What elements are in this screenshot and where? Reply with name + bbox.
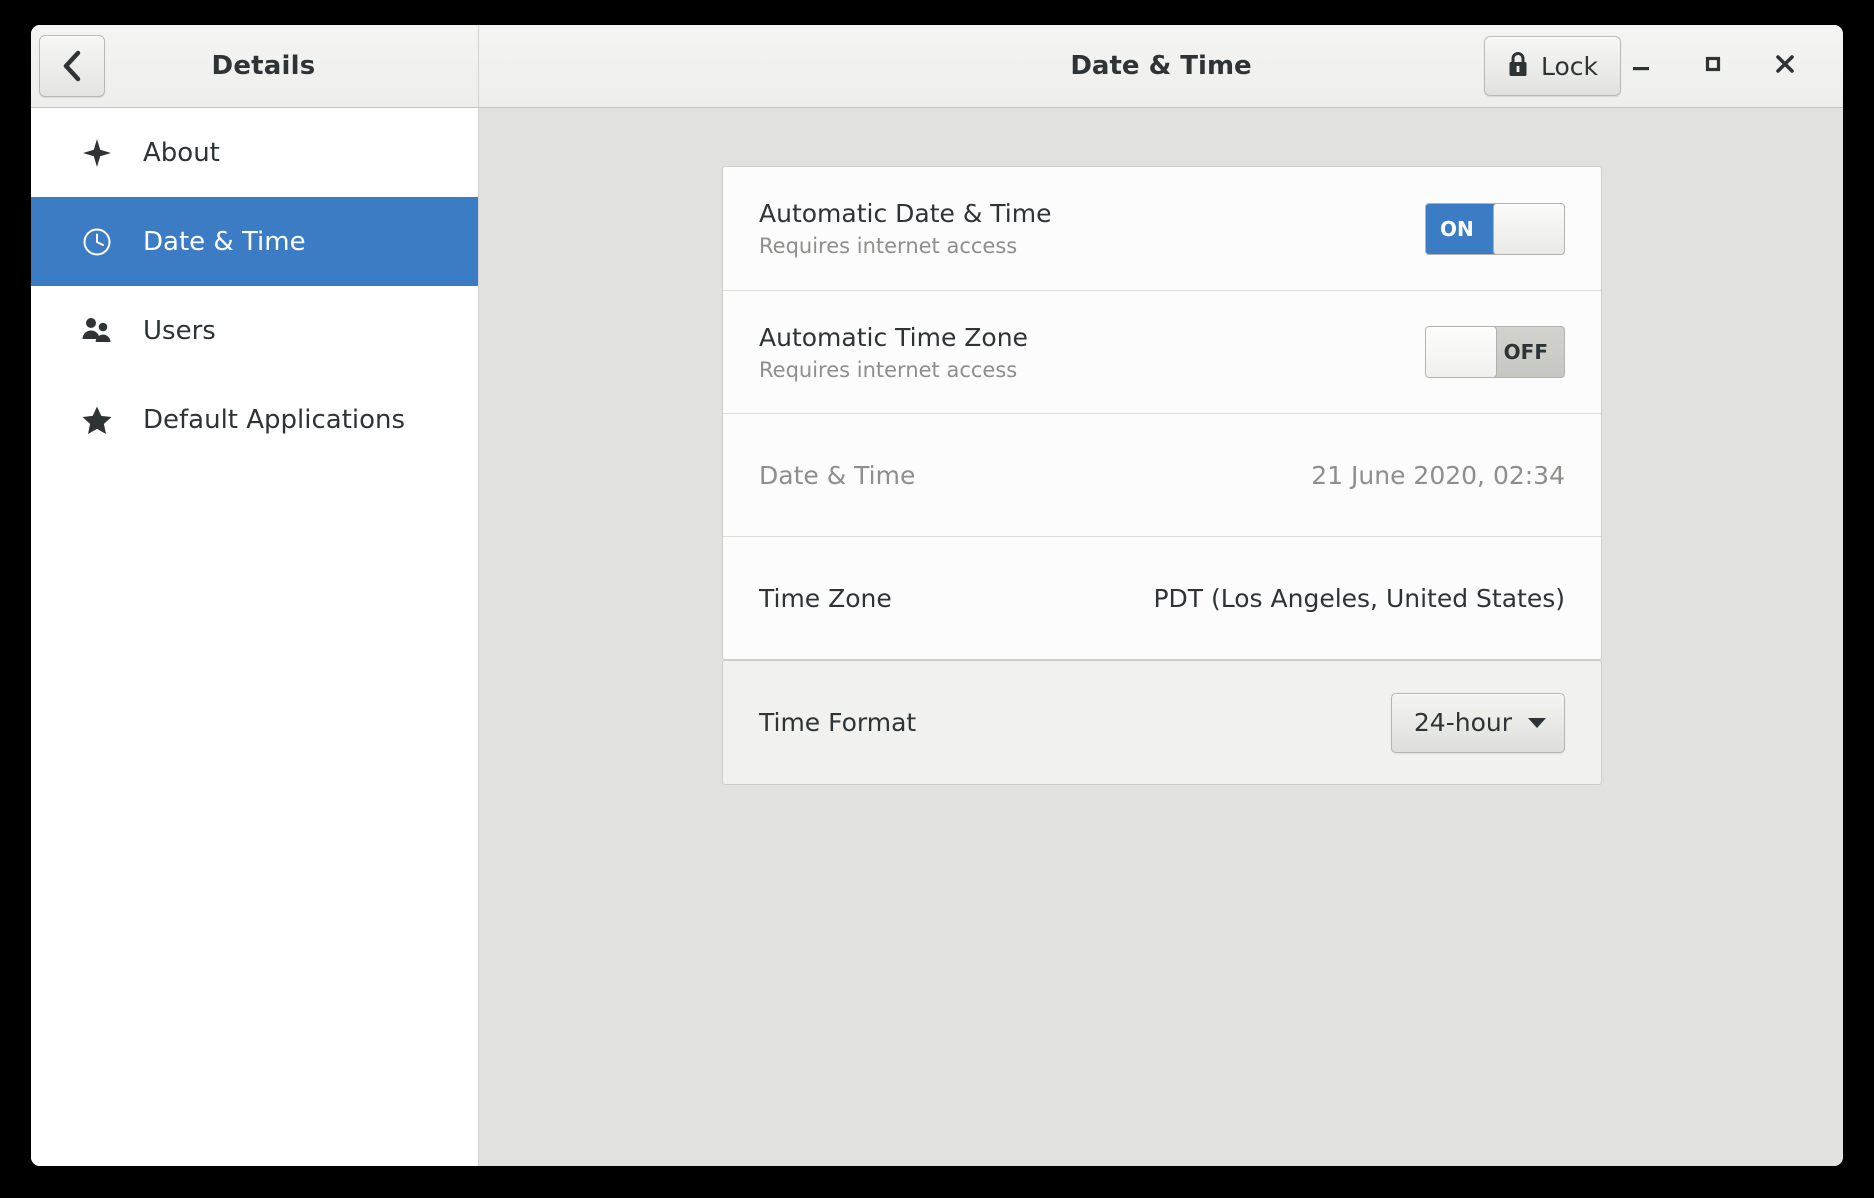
sidebar: About Date & Time Users Default Applicat… xyxy=(31,108,479,1166)
row-time-format: Time Format 24-hour xyxy=(723,661,1601,784)
chevron-left-icon xyxy=(60,49,84,83)
sidebar-item-default-applications[interactable]: Default Applications xyxy=(31,375,478,464)
maximize-icon xyxy=(1702,53,1724,79)
row-text-block: Time Zone xyxy=(759,584,1153,613)
users-icon xyxy=(81,315,113,347)
sidebar-item-about[interactable]: About xyxy=(31,108,478,197)
header-right-pane: Date & Time Lock xyxy=(479,25,1843,107)
minimize-icon xyxy=(1630,53,1652,79)
sidebar-item-date-time[interactable]: Date & Time xyxy=(31,197,478,286)
time-format-value: 24-hour xyxy=(1413,708,1512,737)
window-controls xyxy=(1605,25,1843,107)
row-subtitle: Requires internet access xyxy=(759,357,1018,382)
row-text-block: Automatic Date & Time Requires internet … xyxy=(759,199,1425,258)
row-title: Time Zone xyxy=(759,583,892,613)
lock-button[interactable]: Lock xyxy=(1483,36,1621,96)
switch-knob xyxy=(1426,327,1497,377)
sidebar-item-label: Date & Time xyxy=(143,226,306,257)
switch-knob xyxy=(1493,203,1564,254)
lock-button-label: Lock xyxy=(1540,51,1598,81)
row-text-block: Automatic Time Zone Requires internet ac… xyxy=(759,323,1425,382)
row-text-block: Date & Time xyxy=(759,461,1311,490)
settings-window: Details Date & Time Lock About Date & Ti… xyxy=(31,25,1843,1166)
switch-state-label: ON xyxy=(1440,216,1474,241)
row-time-zone[interactable]: Time Zone PDT (Los Angeles, United State… xyxy=(723,536,1601,659)
time-zone-value: PDT (Los Angeles, United States) xyxy=(1153,583,1565,613)
automatic-time-zone-switch[interactable]: OFF xyxy=(1425,326,1565,378)
sidebar-item-users[interactable]: Users xyxy=(31,286,478,375)
row-subtitle: Requires internet access xyxy=(759,234,1018,258)
sparkle-icon xyxy=(81,137,113,169)
row-date-time[interactable]: Date & Time 21 June 2020, 02:34 xyxy=(723,413,1601,536)
close-icon xyxy=(1773,52,1797,80)
row-text-block: Time Format xyxy=(759,708,1391,737)
star-icon xyxy=(81,404,113,436)
row-title: Time Format xyxy=(759,708,917,737)
time-format-card: Time Format 24-hour xyxy=(722,660,1602,785)
panel-title-details: Details xyxy=(211,51,316,81)
time-format-dropdown[interactable]: 24-hour xyxy=(1390,692,1565,753)
close-button[interactable] xyxy=(1749,25,1821,108)
date-time-value: 21 June 2020, 02:34 xyxy=(1311,460,1565,490)
header-bar: Details Date & Time Lock xyxy=(31,25,1843,108)
lock-icon xyxy=(1507,51,1529,82)
sidebar-item-label: About xyxy=(143,137,220,168)
sidebar-item-label: Default Applications xyxy=(143,404,406,435)
row-title: Date & Time xyxy=(759,460,916,490)
switch-state-label: OFF xyxy=(1503,340,1548,364)
header-left-pane: Details xyxy=(31,25,479,107)
maximize-button[interactable] xyxy=(1677,25,1749,108)
automatic-date-time-switch[interactable]: ON xyxy=(1425,202,1565,255)
content-area: Automatic Date & Time Requires internet … xyxy=(479,108,1843,1166)
row-automatic-time-zone: Automatic Time Zone Requires internet ac… xyxy=(723,290,1601,413)
date-time-settings-card: Automatic Date & Time Requires internet … xyxy=(722,166,1602,660)
row-automatic-date-time: Automatic Date & Time Requires internet … xyxy=(723,167,1601,290)
row-title: Automatic Date & Time xyxy=(759,199,1052,228)
back-button[interactable] xyxy=(39,35,105,97)
caret-down-icon xyxy=(1528,717,1546,728)
row-title: Automatic Time Zone xyxy=(759,322,1028,352)
sidebar-item-label: Users xyxy=(143,315,216,346)
window-body: About Date & Time Users Default Applicat… xyxy=(31,108,1843,1166)
clock-icon xyxy=(81,226,113,258)
minimize-button[interactable] xyxy=(1605,25,1677,108)
